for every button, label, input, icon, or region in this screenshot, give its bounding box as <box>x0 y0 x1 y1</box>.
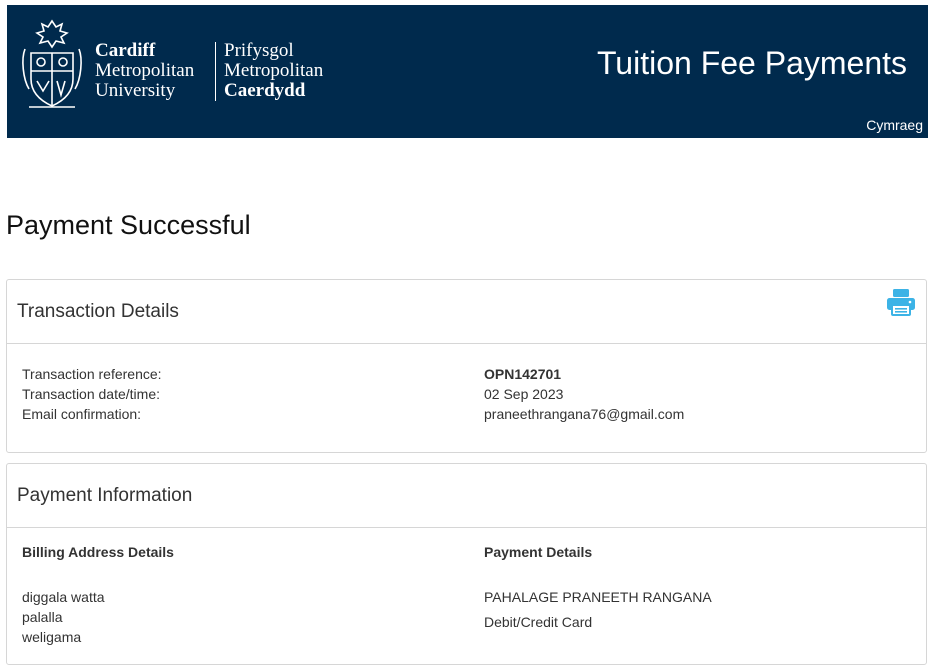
site-header: Cardiff Metropolitan University Prifysgo… <box>7 5 928 138</box>
university-crest-icon <box>22 19 82 108</box>
panel-title: Transaction Details <box>17 301 179 322</box>
logo-en-line: Cardiff <box>95 40 156 61</box>
transaction-reference-label: Transaction reference: <box>22 366 162 382</box>
panel-heading: Transaction Details <box>7 280 926 344</box>
email-confirmation-value: praneethrangana76@gmail.com <box>484 406 685 422</box>
panel-title: Payment Information <box>17 485 193 506</box>
cardholder-name: PAHALAGE PRANEETH RANGANA <box>484 589 712 605</box>
payment-method: Debit/Credit Card <box>484 614 593 630</box>
billing-address-line: palalla <box>22 609 63 625</box>
site-title: Tuition Fee Payments <box>596 45 907 81</box>
logo-en-line: University <box>95 80 176 101</box>
billing-address-line: diggala watta <box>22 589 105 605</box>
page-title: Payment Successful <box>6 210 251 240</box>
transaction-reference-value: OPN142701 <box>484 366 562 382</box>
logo-cy-line: Prifysgol <box>224 40 294 61</box>
logo-divider <box>215 42 216 101</box>
logo-cy-line: Metropolitan <box>224 60 324 81</box>
billing-address-line: weligama <box>22 629 82 645</box>
language-toggle-link[interactable]: Cymraeg <box>866 117 923 133</box>
panel-heading: Payment Information <box>7 464 926 528</box>
transaction-datetime-value: 02 Sep 2023 <box>484 386 564 402</box>
transaction-datetime-label: Transaction date/time: <box>22 386 160 402</box>
billing-address-heading: Billing Address Details <box>22 544 174 560</box>
email-confirmation-label: Email confirmation: <box>22 406 142 422</box>
logo-english-wordmark: Cardiff Metropolitan University <box>95 41 194 101</box>
logo-welsh-wordmark: Prifysgol Metropolitan Caerdydd <box>224 41 323 101</box>
payment-details-heading: Payment Details <box>484 544 593 560</box>
printer-icon[interactable] <box>886 288 916 316</box>
transaction-details-panel: Transaction Details Transaction referenc… <box>6 279 927 453</box>
logo-cy-line: Caerdydd <box>224 80 306 101</box>
logo-en-line: Metropolitan <box>95 60 195 81</box>
